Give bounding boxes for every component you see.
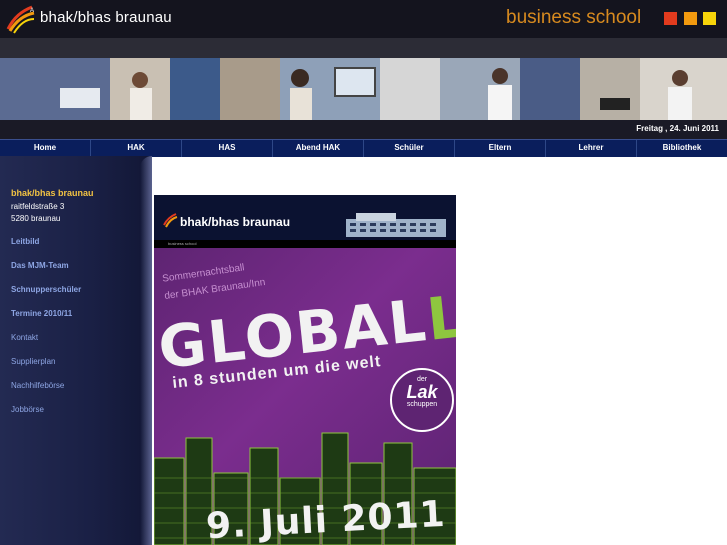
address-city: 5280 braunau — [11, 214, 61, 223]
top-bar: A bhak/bhas braunau business school — [0, 0, 727, 38]
site-brand[interactable]: bhak/bhas braunau — [40, 9, 172, 26]
svg-text:A: A — [30, 8, 34, 14]
sidebar-link-schnupperschueler[interactable]: Schnupperschüler — [11, 285, 81, 294]
nav-lehrer[interactable]: Lehrer — [546, 140, 637, 157]
school-building-image — [346, 213, 446, 237]
nav-has[interactable]: HAS — [182, 140, 273, 157]
sidebar-link-kontakt[interactable]: Kontakt — [11, 333, 38, 342]
photo-collage-image — [0, 58, 727, 120]
sidebar-link-jobboerse[interactable]: Jobbörse — [11, 405, 44, 414]
tagline: business school — [506, 7, 642, 28]
nav-home[interactable]: Home — [0, 140, 91, 157]
sidebar-link-nachhilfeboerse[interactable]: Nachhilfebörse — [11, 381, 64, 390]
badge-lak: Lak — [406, 382, 438, 402]
poster-header: bhak/bhas braunau business school — [154, 195, 456, 248]
red-square-icon — [664, 12, 677, 25]
nav-abend-hak[interactable]: Abend HAK — [273, 140, 364, 157]
header-photo-banner — [0, 58, 727, 120]
badge-schuppen: schuppen — [406, 401, 438, 408]
poster-brand: bhak/bhas braunau — [180, 215, 291, 229]
address-street: raitfeldstraße 3 — [11, 202, 65, 211]
date-strip: Freitag , 24. Juni 2011 — [0, 120, 727, 139]
nav-eltern[interactable]: Eltern — [455, 140, 546, 157]
poster-logo-icon — [163, 213, 178, 228]
current-date: Freitag , 24. Juni 2011 — [636, 124, 719, 133]
poster-artwork: Sommernachtsball der BHAK Braunau/Inn GL… — [154, 248, 456, 545]
sidebar-school-name: bhak/bhas braunau — [11, 188, 94, 198]
globall-event-poster[interactable]: bhak/bhas braunau business school Sommer… — [154, 195, 456, 545]
header-strip — [0, 38, 727, 58]
sidebar-link-termine[interactable]: Termine 2010/11 — [11, 309, 72, 318]
school-logo-icon[interactable]: A — [4, 3, 36, 35]
sidebar-link-leitbild[interactable]: Leitbild — [11, 237, 39, 246]
sidebar-link-mjm-team[interactable]: Das MJM-Team — [11, 261, 69, 270]
lakschuppen-badge: der Lak schuppen — [390, 368, 454, 432]
poster-subbrand: business school — [168, 241, 197, 246]
sidebar-edge — [140, 156, 152, 545]
orange-square-icon — [684, 12, 697, 25]
poster-sub-bar — [154, 240, 456, 248]
main-navigation: Home HAK HAS Abend HAK Schüler Eltern Le… — [0, 139, 727, 157]
nav-schueler[interactable]: Schüler — [364, 140, 455, 157]
yellow-square-icon — [703, 12, 716, 25]
sidebar-link-supplierplan[interactable]: Supplierplan — [11, 357, 55, 366]
nav-hak[interactable]: HAK — [91, 140, 182, 157]
nav-bibliothek[interactable]: Bibliothek — [637, 140, 727, 157]
